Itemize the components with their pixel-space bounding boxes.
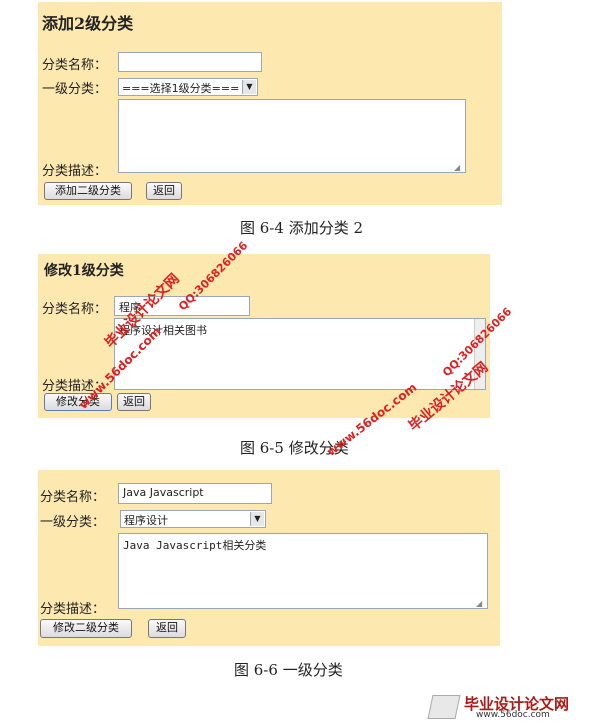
category-name-input[interactable]: Java Javascript xyxy=(118,483,272,504)
edit-level1-title: 修改1级分类 xyxy=(44,263,124,279)
chevron-down-icon[interactable]: ▼ xyxy=(242,80,256,94)
site-logo: 毕业设计论文网 www.56doc.com xyxy=(427,693,588,721)
book-icon xyxy=(427,695,461,719)
category-name-input[interactable] xyxy=(118,52,262,72)
level1-label: 一级分类： xyxy=(42,82,108,97)
logo-url: www.56doc.com xyxy=(476,710,550,720)
back-button[interactable]: 返回 xyxy=(148,619,186,638)
edit-level2-button[interactable]: 修改二级分类 xyxy=(40,619,132,638)
add-level2-title: 添加2级分类 xyxy=(42,14,134,33)
figure-caption: 图 6-4 添加分类 2 xyxy=(240,219,364,237)
level1-select-value: 程序设计 xyxy=(124,514,168,527)
description-textarea[interactable]: 程序设计相关图书 xyxy=(114,318,486,390)
level1-label: 一级分类： xyxy=(40,515,106,530)
level1-select[interactable]: 程序设计 ▼ xyxy=(120,510,266,528)
desc-label: 分类描述： xyxy=(40,602,106,617)
level1-select-value: ===选择1级分类=== xyxy=(122,82,240,95)
chevron-down-icon[interactable]: ▼ xyxy=(250,512,264,526)
name-label: 分类名称： xyxy=(42,58,108,73)
add-level2-button[interactable]: 添加二级分类 xyxy=(44,182,132,200)
desc-label: 分类描述： xyxy=(42,164,108,179)
back-button[interactable]: 返回 xyxy=(146,182,182,200)
figure-caption: 图 6-6 一级分类 xyxy=(234,661,343,679)
back-button[interactable]: 返回 xyxy=(117,393,151,411)
level1-select[interactable]: ===选择1级分类=== ▼ xyxy=(118,78,258,96)
description-textarea[interactable]: Java Javascript相关分类 xyxy=(118,533,488,609)
description-textarea[interactable] xyxy=(118,99,466,173)
name-label: 分类名称： xyxy=(42,302,108,317)
name-label: 分类名称： xyxy=(40,490,106,505)
